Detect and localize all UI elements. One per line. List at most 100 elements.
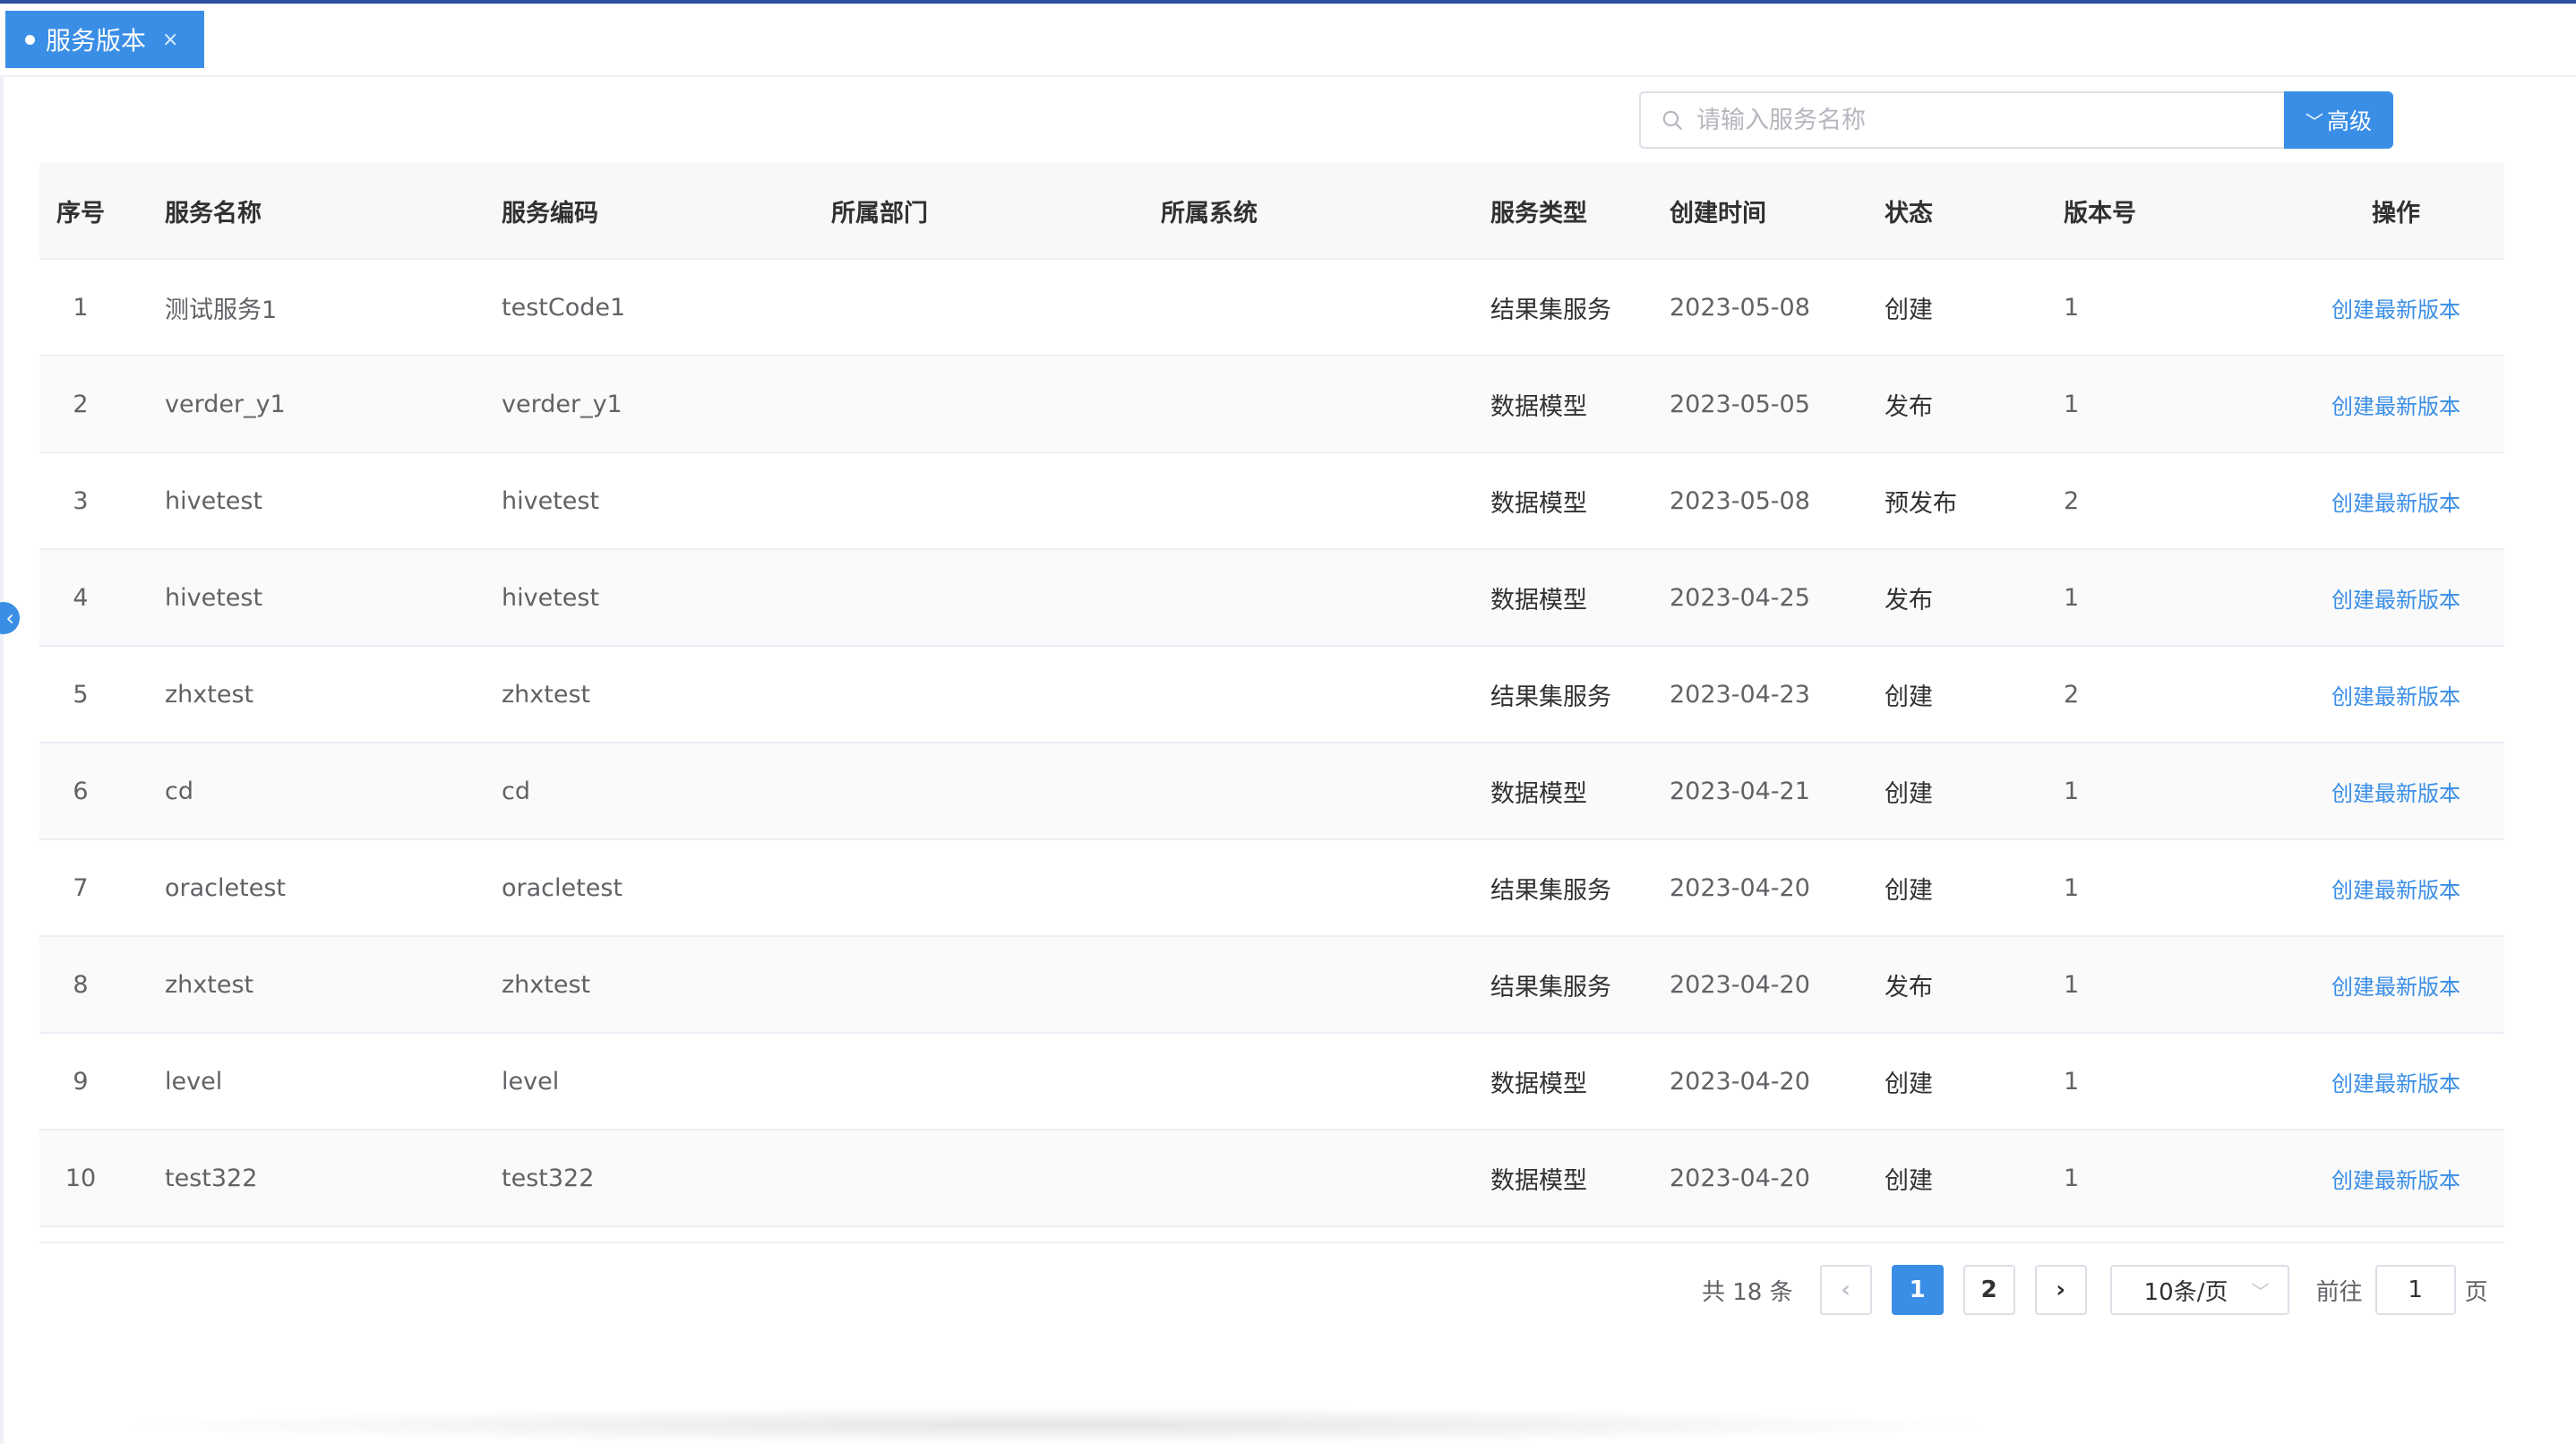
cell-index: 10: [64, 1164, 97, 1192]
cell-index: 8: [73, 970, 89, 999]
cell-type: 结果集服务: [1490, 683, 1611, 711]
table-row: 6 cd cd 数据模型 2023-04-21 创建 1 创建最新版本: [39, 743, 2504, 840]
cell-index: 7: [73, 873, 89, 902]
bottom-shadow: [107, 1406, 2006, 1444]
tab-active-dot: [25, 34, 35, 45]
goto-page-input[interactable]: [2374, 1265, 2456, 1315]
advanced-search-label: 高级: [2326, 108, 2372, 134]
cell-created: 2023-04-25: [1670, 583, 1810, 612]
cell-index: 1: [73, 293, 89, 322]
create-latest-version-link[interactable]: 创建最新版本: [2288, 872, 2504, 904]
cell-created: 2023-04-21: [1670, 777, 1810, 805]
table-row: 5 zhxtest zhxtest 结果集服务 2023-04-23 创建 2 创建最新版本: [39, 647, 2504, 743]
cell-type: 结果集服务: [1490, 876, 1611, 905]
tab-close-icon[interactable]: ×: [162, 29, 178, 51]
create-latest-version-link[interactable]: 创建最新版本: [2288, 582, 2504, 614]
table-row: 8 zhxtest zhxtest 结果集服务 2023-04-20 发布 1 创建最新版本: [39, 937, 2504, 1034]
page-size-value: 10条/页: [2143, 1278, 2228, 1306]
cell-name: zhxtest: [165, 680, 254, 709]
page-size-select[interactable]: 10条/页 ﹀: [2109, 1265, 2289, 1315]
cell-code: hivetest: [502, 583, 600, 612]
cell-version: 1: [2064, 873, 2080, 902]
cell-status: 预发布: [1885, 489, 1957, 518]
create-latest-version-link[interactable]: 创建最新版本: [2288, 969, 2504, 1001]
cell-type: 数据模型: [1490, 392, 1587, 421]
cell-created: 2023-05-05: [1670, 390, 1810, 418]
col-header-status: 状态: [1885, 199, 1933, 228]
pagination-prev-button[interactable]: ‹: [1819, 1265, 1872, 1315]
cell-name: 测试服务1: [165, 296, 278, 324]
cell-version: 2: [2064, 680, 2080, 709]
table-bottom-divider: [39, 1242, 2504, 1243]
search-input[interactable]: [1696, 106, 2252, 134]
create-latest-version-link[interactable]: 创建最新版本: [2288, 1163, 2504, 1194]
cell-type: 数据模型: [1490, 489, 1587, 518]
cell-name: oracletest: [165, 873, 286, 902]
cell-status: 创建: [1885, 876, 1933, 905]
cell-created: 2023-04-20: [1670, 1164, 1810, 1192]
cell-version: 1: [2064, 1164, 2080, 1192]
pagination-page-2[interactable]: 2: [1962, 1265, 2015, 1315]
sidebar-edge: [0, 77, 4, 1444]
cell-status: 创建: [1885, 779, 1933, 808]
create-latest-version-link[interactable]: 创建最新版本: [2288, 389, 2504, 420]
search-bar: ﹀ 高级: [1639, 91, 2393, 149]
cell-type: 数据模型: [1490, 1166, 1587, 1195]
cell-name: cd: [165, 777, 193, 805]
goto-label: 前往: [2315, 1278, 2363, 1306]
col-header-dept: 所属部门: [831, 199, 928, 228]
cell-name: test322: [165, 1164, 258, 1192]
cell-index: 3: [73, 486, 89, 515]
tab-label: 服务版本: [46, 26, 147, 56]
table-row: 7 oracletest oracletest 结果集服务 2023-04-20 创建 1 创…: [39, 840, 2504, 937]
table-row: 9 level level 数据模型 2023-04-20 创建 1 创建最新版本: [39, 1034, 2504, 1130]
cell-status: 创建: [1885, 1166, 1933, 1195]
tab-bar: 服务版本 ×: [0, 4, 2576, 77]
advanced-search-button[interactable]: ﹀ 高级: [2284, 91, 2393, 149]
cell-created: 2023-05-08: [1670, 293, 1810, 322]
pagination-page-1[interactable]: 1: [1891, 1265, 1944, 1315]
tab-service-version[interactable]: 服务版本 ×: [5, 11, 204, 68]
table-row: 10 test322 test322 数据模型 2023-04-20 创建 1 创建最新版本: [39, 1130, 2504, 1227]
col-header-type: 服务类型: [1490, 199, 1587, 228]
pagination-total: 共 18 条: [1702, 1278, 1793, 1306]
sidebar-collapse-icon[interactable]: ‹: [0, 602, 20, 634]
create-latest-version-link[interactable]: 创建最新版本: [2288, 292, 2504, 323]
table-header: 序号 服务名称 服务编码 所属部门 所属系统 服务类型 创建时间 状态 版本号 …: [39, 163, 2504, 260]
create-latest-version-link[interactable]: 创建最新版本: [2288, 1066, 2504, 1097]
create-latest-version-link[interactable]: 创建最新版本: [2288, 486, 2504, 517]
cell-version: 1: [2064, 390, 2080, 418]
cell-index: 5: [73, 680, 89, 709]
cell-index: 2: [73, 390, 89, 418]
goto-suffix: 页: [2464, 1278, 2488, 1306]
search-icon: [1662, 110, 1682, 130]
pagination-next-button[interactable]: ›: [2034, 1265, 2087, 1315]
cell-created: 2023-05-08: [1670, 486, 1810, 515]
cell-index: 6: [73, 777, 89, 805]
cell-code: testCode1: [502, 293, 626, 322]
create-latest-version-link[interactable]: 创建最新版本: [2288, 776, 2504, 807]
pagination: 共 18 条 ‹ 1 2 › 10条/页 ﹀ 前往 页: [1702, 1265, 2488, 1315]
cell-version: 2: [2064, 486, 2080, 515]
cell-type: 结果集服务: [1490, 296, 1611, 324]
cell-created: 2023-04-20: [1670, 873, 1810, 902]
cell-created: 2023-04-20: [1670, 970, 1810, 999]
cell-type: 数据模型: [1490, 779, 1587, 808]
chevron-down-icon: ﹀: [2251, 1280, 2270, 1302]
cell-version: 1: [2064, 970, 2080, 999]
cell-code: test322: [502, 1164, 595, 1192]
create-latest-version-link[interactable]: 创建最新版本: [2288, 679, 2504, 710]
cell-code: hivetest: [502, 486, 600, 515]
cell-created: 2023-04-20: [1670, 1067, 1810, 1096]
cell-created: 2023-04-23: [1670, 680, 1810, 709]
cell-version: 1: [2064, 293, 2080, 322]
cell-type: 结果集服务: [1490, 973, 1611, 1001]
cell-name: level: [165, 1067, 223, 1096]
cell-status: 创建: [1885, 296, 1933, 324]
cell-status: 发布: [1885, 973, 1933, 1001]
col-header-version: 版本号: [2064, 199, 2136, 228]
col-header-code: 服务编码: [502, 199, 598, 228]
service-version-table: 序号 服务名称 服务编码 所属部门 所属系统 服务类型 创建时间 状态 版本号 …: [39, 163, 2504, 1227]
col-header-name: 服务名称: [165, 199, 262, 228]
cell-version: 1: [2064, 583, 2080, 612]
